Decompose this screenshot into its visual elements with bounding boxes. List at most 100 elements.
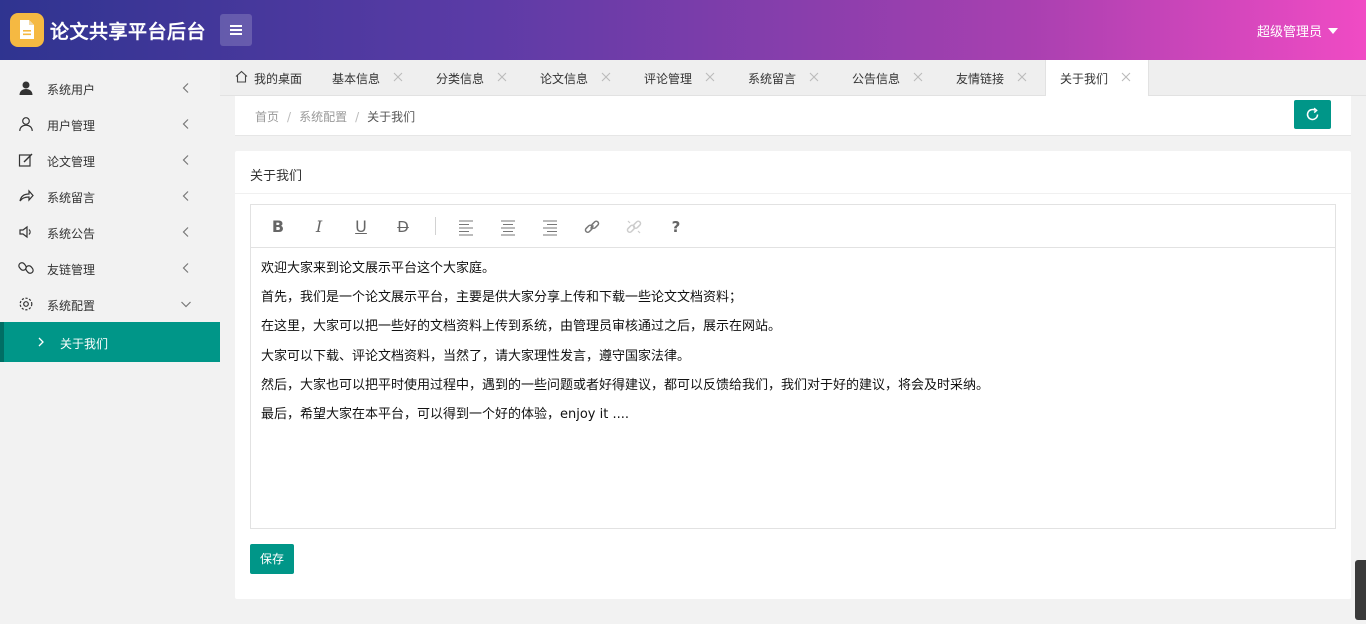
sidebar-item-system-config[interactable]: 系统配置 bbox=[0, 286, 220, 322]
sidebar-subitem-about-us[interactable]: 关于我们 bbox=[0, 322, 220, 362]
close-icon[interactable] bbox=[912, 71, 924, 83]
sidebar-item-system-notices[interactable]: 系统公告 bbox=[0, 214, 220, 250]
chevron-right-icon bbox=[38, 337, 44, 347]
tab-label: 论文信息 bbox=[540, 72, 589, 86]
content-line: 最后，希望大家在本平台，可以得到一个好的体验，enjoy it .... bbox=[261, 406, 629, 422]
sidebar-item-label: 系统配置 bbox=[47, 299, 96, 313]
home-icon bbox=[235, 70, 248, 83]
close-icon[interactable] bbox=[496, 71, 508, 83]
tab-friend-links[interactable]: 友情链接 bbox=[948, 60, 1045, 96]
tab-system-messages[interactable]: 系统留言 bbox=[740, 60, 844, 96]
sidebar-item-label: 系统用户 bbox=[47, 83, 96, 97]
close-icon[interactable] bbox=[704, 71, 716, 83]
chevron-left-icon bbox=[182, 155, 189, 165]
help-icon[interactable]: ? bbox=[665, 216, 687, 238]
tab-about-us[interactable]: 关于我们 bbox=[1045, 60, 1149, 97]
sidebar-item-paper-management[interactable]: 论文管理 bbox=[0, 142, 220, 178]
breadcrumb: 首页 / 系统配置 / 关于我们 bbox=[255, 108, 415, 125]
user-menu[interactable]: 超级管理员 bbox=[1257, 21, 1338, 40]
tab-label: 友情链接 bbox=[956, 72, 1005, 86]
divider bbox=[235, 193, 1351, 194]
chevron-left-icon bbox=[182, 191, 189, 201]
chevron-left-icon bbox=[182, 119, 189, 129]
close-icon[interactable] bbox=[600, 71, 612, 83]
chevron-left-icon bbox=[182, 263, 189, 273]
save-button[interactable]: 保存 bbox=[250, 544, 294, 574]
tab-label: 评论管理 bbox=[644, 72, 693, 86]
tab-notice-info[interactable]: 公告信息 bbox=[844, 60, 948, 96]
card-title: 关于我们 bbox=[250, 169, 303, 184]
strikethrough-icon[interactable]: D bbox=[392, 216, 414, 238]
chevron-left-icon bbox=[182, 83, 189, 93]
hamburger-icon-line bbox=[230, 33, 242, 35]
rich-text-editor[interactable]: B I U D ? 欢迎大家来到论文展示平台这个大家庭。 首先，我们是一个论文展… bbox=[250, 204, 1336, 529]
sidebar-item-friend-links[interactable]: 友链管理 bbox=[0, 250, 220, 286]
sidebar-item-user-management[interactable]: 用户管理 bbox=[0, 106, 220, 142]
breadcrumb-current: 关于我们 bbox=[367, 110, 416, 124]
logo-icon bbox=[10, 13, 44, 47]
editor-toolbar: B I U D ? bbox=[251, 205, 1335, 248]
tab-comment-management[interactable]: 评论管理 bbox=[636, 60, 740, 96]
refresh-icon bbox=[1306, 107, 1319, 121]
breadcrumb-separator: / bbox=[287, 110, 292, 124]
tab-label: 系统留言 bbox=[748, 72, 797, 86]
tab-bar: 我的桌面 基本信息 分类信息 论文信息 评论管理 系统留言 公告信息 友情链接 … bbox=[220, 60, 1366, 97]
hamburger-icon bbox=[230, 25, 242, 27]
sidebar-item-system-messages[interactable]: 系统留言 bbox=[0, 178, 220, 214]
top-header: 论文共享平台后台 超级管理员 bbox=[0, 0, 1366, 60]
sidebar-subitem-label: 关于我们 bbox=[60, 337, 109, 351]
italic-icon[interactable]: I bbox=[308, 216, 330, 238]
unlink-icon[interactable] bbox=[623, 216, 645, 238]
user-outline-icon bbox=[19, 117, 33, 132]
sidebar-item-system-users[interactable]: 系统用户 bbox=[0, 70, 220, 106]
breadcrumb-parent[interactable]: 系统配置 bbox=[299, 110, 347, 124]
content-line: 大家可以下载、评论文档资料，当然了，请大家理性发言，遵守国家法律。 bbox=[261, 348, 691, 364]
menu-toggle-button[interactable] bbox=[220, 14, 252, 46]
caret-down-icon bbox=[1328, 28, 1338, 34]
tab-label: 关于我们 bbox=[1060, 72, 1109, 86]
chevron-down-icon bbox=[181, 301, 191, 308]
gear-icon bbox=[19, 297, 33, 311]
editor-content[interactable]: 欢迎大家来到论文展示平台这个大家庭。 首先，我们是一个论文展示平台，主要是供大家… bbox=[261, 260, 989, 435]
link-icon bbox=[18, 262, 34, 274]
sidebar-item-label: 友链管理 bbox=[47, 263, 96, 277]
close-icon[interactable] bbox=[808, 71, 820, 83]
sidebar: 系统用户 用户管理 论文管理 系统留言 系统公告 友链管理 系统配置 关于我们 bbox=[0, 60, 220, 624]
tab-label: 分类信息 bbox=[436, 72, 485, 86]
content-line: 欢迎大家来到论文展示平台这个大家庭。 bbox=[261, 261, 496, 276]
breadcrumb-home[interactable]: 首页 bbox=[255, 110, 279, 124]
chevron-left-icon bbox=[182, 227, 189, 237]
tab-category-info[interactable]: 分类信息 bbox=[428, 60, 532, 96]
content-line: 首先，我们是一个论文展示平台，主要是供大家分享上传和下载一些论文文档资料； bbox=[261, 290, 743, 306]
toolbar-separator bbox=[435, 217, 436, 235]
close-icon[interactable] bbox=[392, 71, 404, 83]
breadcrumb-separator: / bbox=[355, 110, 360, 124]
app-title: 论文共享平台后台 bbox=[50, 21, 207, 43]
content-line: 在这里，大家可以把一些好的文档资料上传到系统，由管理员审核通过之后，展示在网站。 bbox=[261, 319, 782, 335]
tab-my-desktop[interactable]: 我的桌面 bbox=[220, 60, 324, 96]
about-us-card: 关于我们 B I U D ? 欢迎大家来到论文展示平台这个大家庭。 首先，我们是… bbox=[235, 151, 1351, 599]
close-icon[interactable] bbox=[1016, 71, 1028, 83]
align-left-icon[interactable] bbox=[455, 216, 477, 238]
close-icon[interactable] bbox=[1120, 71, 1132, 83]
speaker-icon bbox=[19, 225, 31, 239]
align-right-icon[interactable] bbox=[539, 216, 561, 238]
edit-icon bbox=[18, 153, 33, 167]
sidebar-item-label: 系统留言 bbox=[47, 191, 96, 205]
share-icon bbox=[19, 189, 34, 202]
edge-widget[interactable] bbox=[1355, 560, 1366, 620]
sidebar-item-label: 系统公告 bbox=[47, 227, 96, 241]
underline-icon[interactable]: U bbox=[350, 216, 372, 238]
bold-icon[interactable]: B bbox=[267, 216, 289, 238]
user-name: 超级管理员 bbox=[1256, 25, 1322, 40]
tab-basic-info[interactable]: 基本信息 bbox=[324, 60, 428, 96]
align-center-icon[interactable] bbox=[497, 216, 519, 238]
tab-label: 公告信息 bbox=[852, 72, 901, 86]
tab-label: 基本信息 bbox=[332, 72, 381, 86]
link-icon[interactable] bbox=[581, 216, 603, 238]
refresh-button[interactable] bbox=[1294, 100, 1331, 129]
content-line: 然后，大家也可以把平时使用过程中，遇到的一些问题或者好得建议，都可以反馈给我们，… bbox=[261, 377, 990, 393]
hamburger-icon-line bbox=[230, 29, 242, 31]
tab-paper-info[interactable]: 论文信息 bbox=[532, 60, 636, 96]
tab-label: 我的桌面 bbox=[254, 72, 303, 86]
